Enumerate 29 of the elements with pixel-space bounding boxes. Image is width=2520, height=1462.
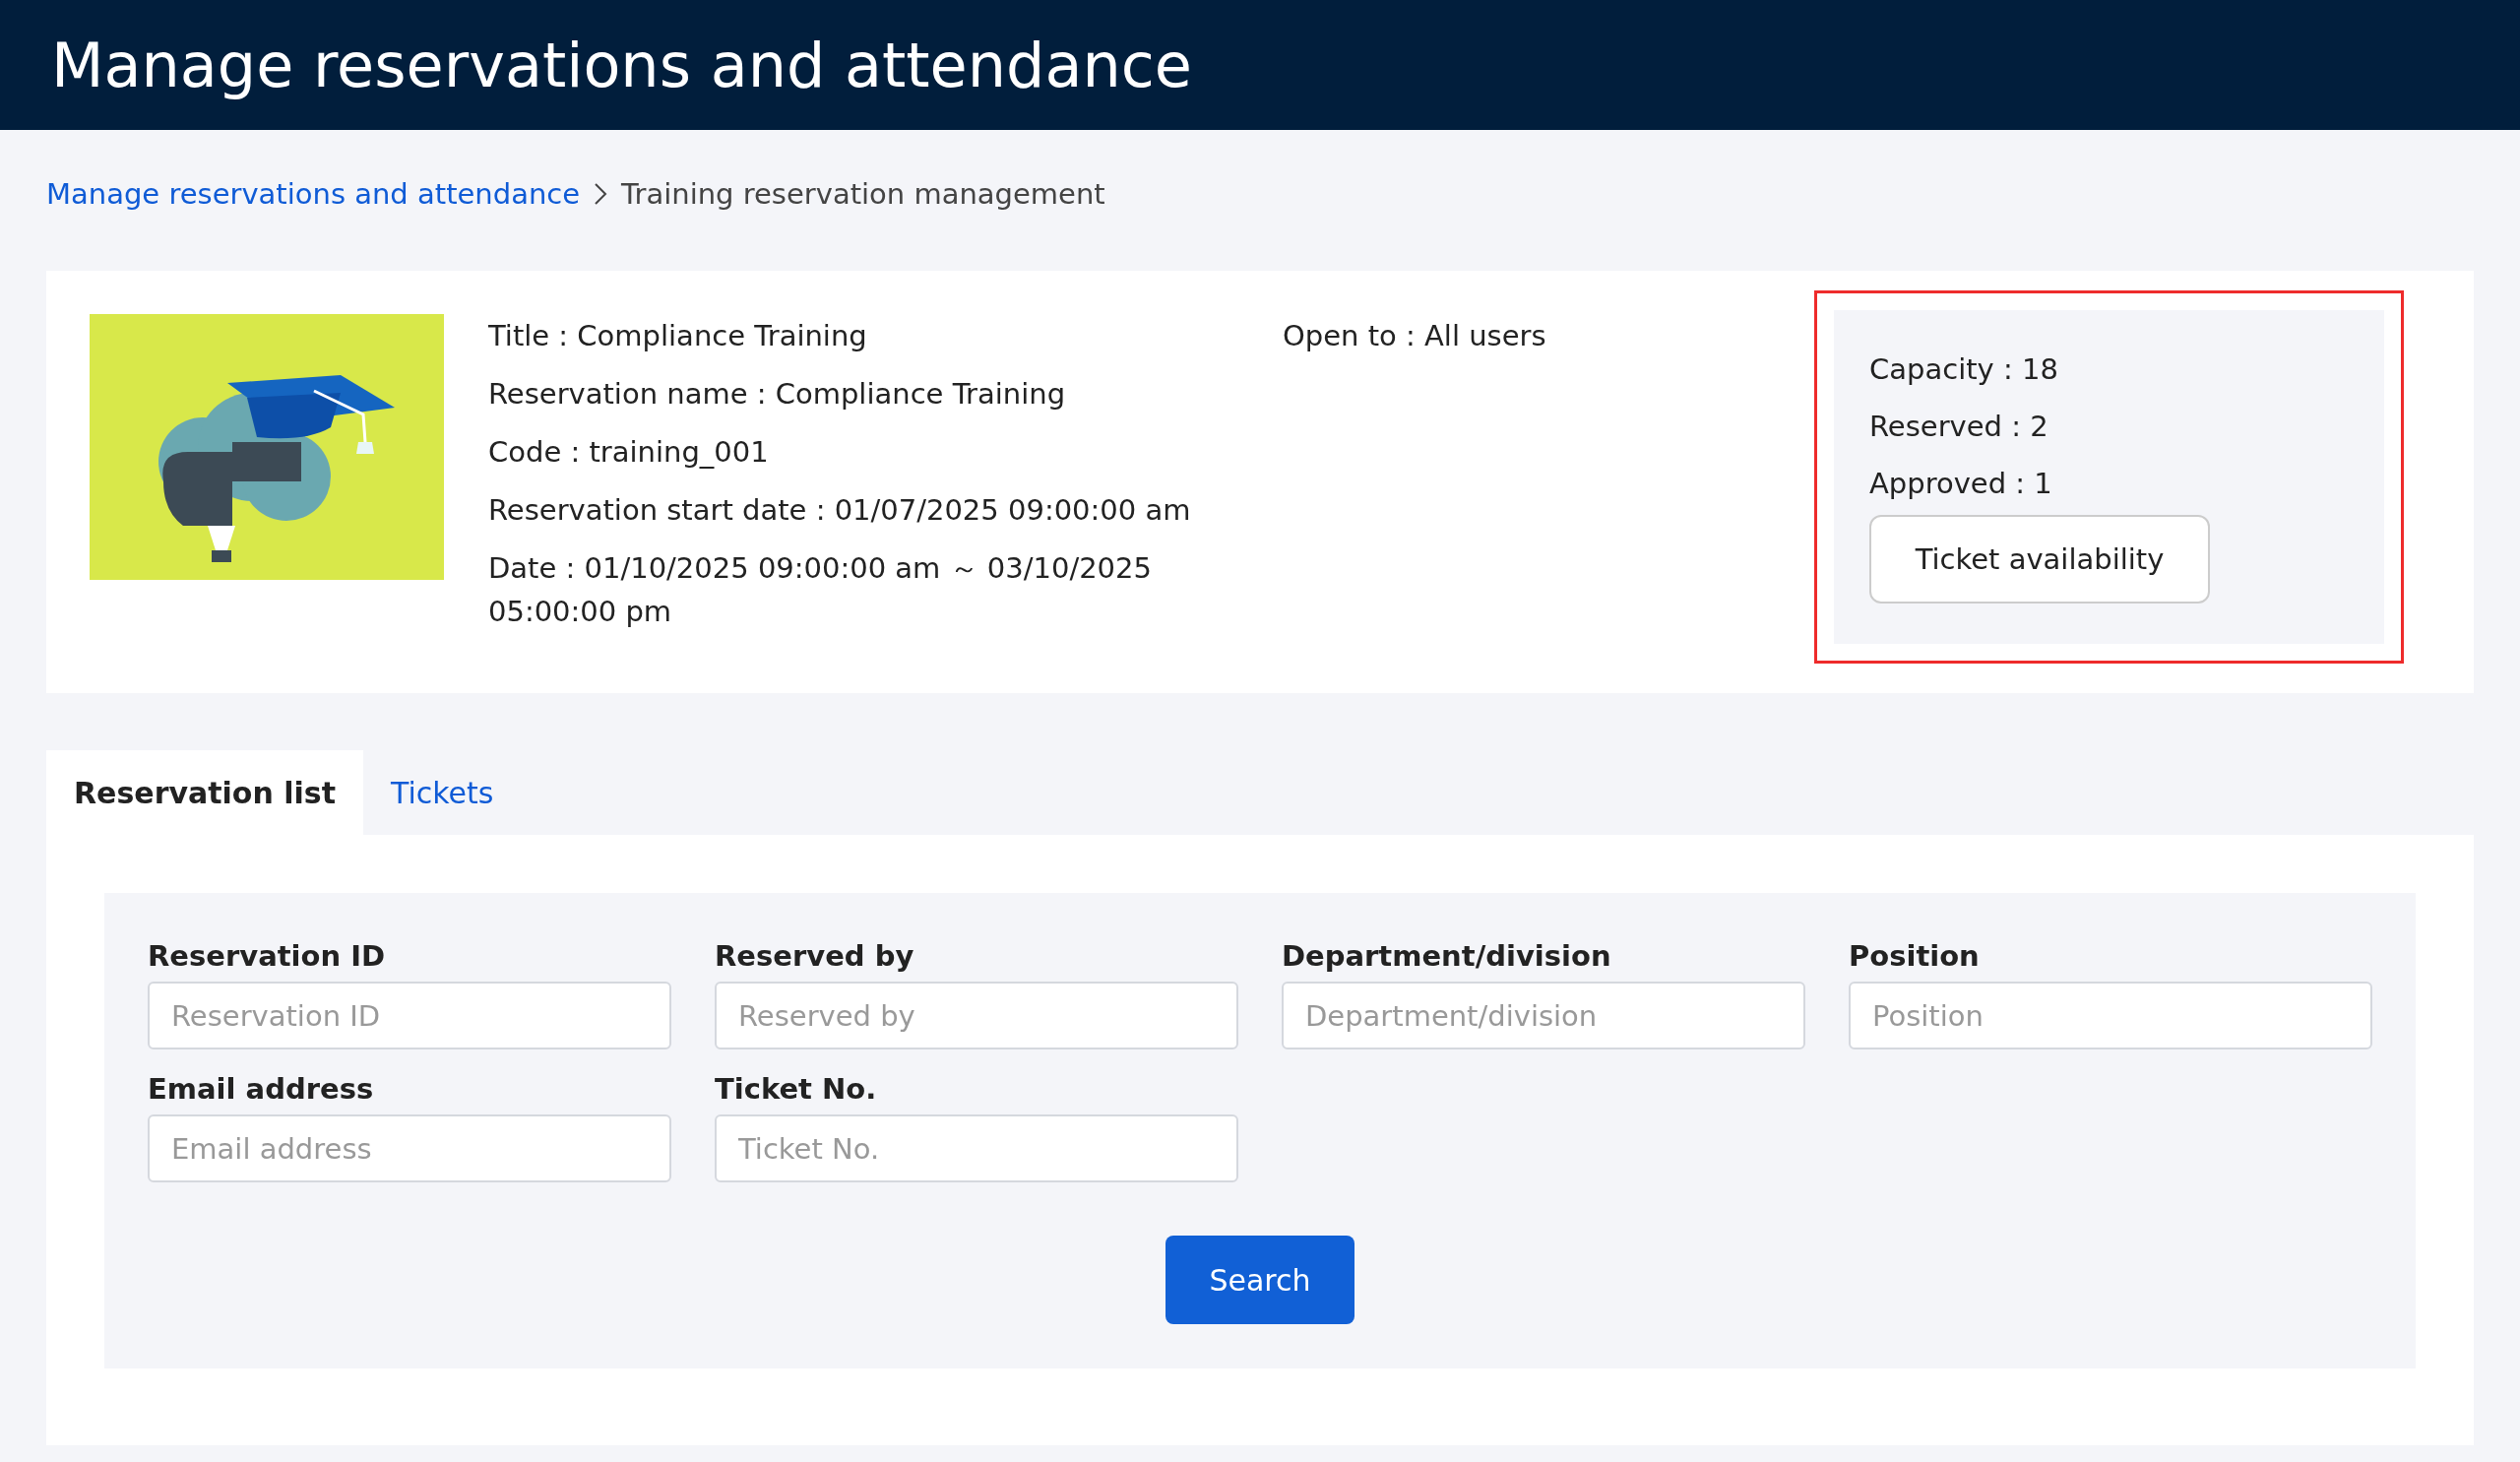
chevron-right-icon	[594, 182, 608, 206]
input-field[interactable]: Department/division	[1282, 982, 1805, 1049]
input-field[interactable]: Email address	[148, 1114, 671, 1182]
stat-text: Capacity : 18	[1869, 351, 2059, 388]
breadcrumb-link[interactable]: Manage reservations and attendance	[46, 177, 581, 211]
field-label: Email address	[148, 1071, 375, 1108]
detail-text: Reservation name : Compliance Training	[488, 376, 1067, 413]
field-label: Reserved by	[715, 938, 915, 975]
open-to-text: Open to : All users	[1283, 318, 1547, 354]
field-label: Department/division	[1282, 938, 1612, 975]
input-field[interactable]: Reservation ID	[148, 982, 671, 1049]
detail-text: Reservation start date : 01/07/2025 09:00:00 am	[488, 492, 1192, 529]
field-label: Ticket No.	[715, 1071, 878, 1108]
tab[interactable]: Reservation list	[46, 750, 364, 835]
field-label: Reservation ID	[148, 938, 387, 975]
field-label: Position	[1849, 938, 1981, 975]
breadcrumb-current: Training reservation management	[621, 177, 1105, 211]
tab[interactable]: Tickets	[363, 750, 522, 835]
detail-text: Code : training_001	[488, 434, 770, 471]
input-field[interactable]: Position	[1849, 982, 2372, 1049]
input-field[interactable]: Ticket No.	[715, 1114, 1238, 1182]
stat-text: Reserved : 2	[1869, 409, 2049, 445]
detail-text: Title : Compliance Training	[488, 318, 868, 354]
search-button[interactable]: Search	[1166, 1236, 1354, 1324]
ticket-availability-button[interactable]: Ticket availability	[1869, 515, 2210, 604]
page-title: Manage reservations and attendance	[51, 29, 1192, 101]
stat-text: Approved : 1	[1869, 466, 2053, 502]
input-field[interactable]: Reserved by	[715, 982, 1238, 1049]
detail-text: Date : 01/10/2025 09:00:00 am ～ 03/10/2025 05:00:00 pm	[488, 550, 1153, 630]
